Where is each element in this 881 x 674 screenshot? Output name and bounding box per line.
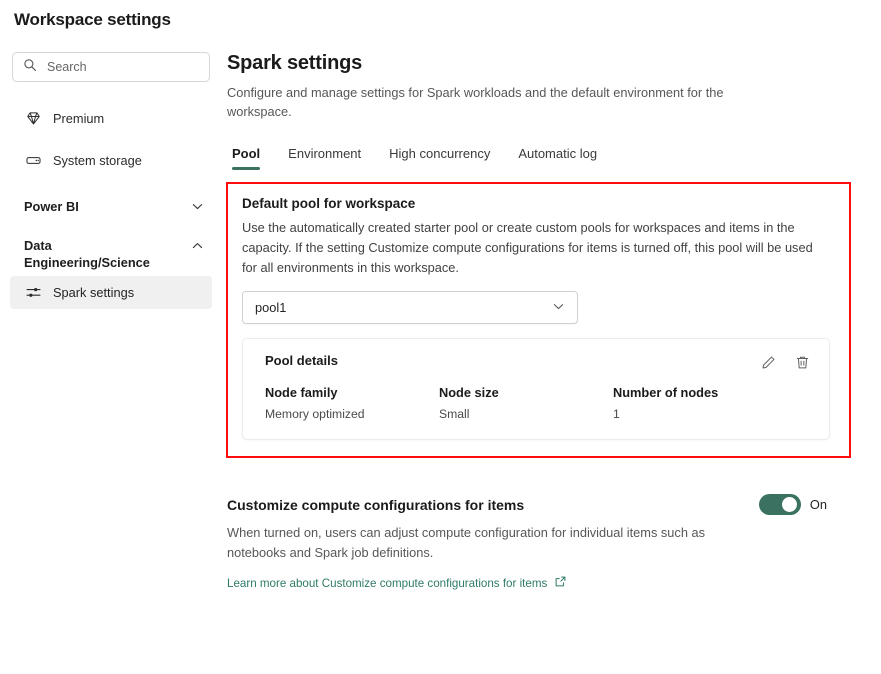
sidebar-item-premium[interactable]: Premium — [10, 102, 212, 134]
column-header: Number of nodes — [613, 385, 787, 400]
default-pool-select-value: pool1 — [255, 300, 286, 315]
sidebar-group-label: Power BI — [24, 198, 79, 215]
pool-details-grid: Node family Memory optimized Node size S… — [265, 385, 811, 421]
pool-detail-node-family: Node family Memory optimized — [265, 385, 439, 421]
customize-compute-toggle[interactable] — [759, 494, 801, 515]
learn-more-link[interactable]: Learn more about Customize compute confi… — [227, 575, 567, 591]
tab-environment[interactable]: Environment — [288, 146, 361, 170]
customize-compute-toggle-group: On — [759, 494, 827, 515]
pool-details-card: Pool details — [242, 338, 830, 440]
trash-icon[interactable] — [793, 353, 811, 371]
customize-compute-header: Customize compute configurations for ite… — [227, 494, 827, 515]
default-pool-select[interactable]: pool1 — [242, 291, 578, 324]
toggle-state-label: On — [810, 497, 827, 512]
chevron-up-icon — [190, 238, 206, 254]
external-link-icon — [554, 575, 567, 591]
page-title: Workspace settings — [14, 10, 171, 30]
chevron-down-icon — [190, 199, 206, 215]
sidebar-item-label: Spark settings — [53, 285, 134, 300]
sidebar-nav: Premium System storage Power BI — [0, 102, 222, 309]
customize-compute-description: When turned on, users can adjust compute… — [227, 523, 747, 563]
workspace-settings-page: Workspace settings Premium — [0, 0, 881, 674]
sidebar-item-label: System storage — [53, 153, 142, 168]
sliders-icon — [24, 284, 42, 302]
sidebar-item-label: Premium — [53, 111, 104, 126]
pool-details-header: Pool details — [265, 353, 811, 371]
column-value: Small — [439, 407, 613, 421]
tab-pool[interactable]: Pool — [232, 146, 260, 170]
sidebar-item-spark-settings[interactable]: Spark settings — [10, 276, 212, 309]
search-box[interactable] — [12, 52, 210, 82]
chevron-down-icon — [551, 299, 566, 317]
customize-compute-title: Customize compute configurations for ite… — [227, 497, 524, 513]
default-pool-highlight-region: Default pool for workspace Use the autom… — [226, 182, 851, 458]
sidebar-item-system-storage[interactable]: System storage — [10, 144, 212, 176]
main-content: Spark settings Configure and manage sett… — [227, 52, 863, 592]
learn-more-label: Learn more about Customize compute confi… — [227, 577, 547, 590]
main-title: Spark settings — [227, 52, 863, 75]
toggle-knob — [782, 497, 797, 512]
sidebar: Premium System storage Power BI — [0, 52, 222, 309]
customize-compute-section: Customize compute configurations for ite… — [227, 494, 827, 592]
pool-details-actions — [759, 353, 811, 371]
tab-high-concurrency[interactable]: High concurrency — [389, 146, 490, 170]
sidebar-group-data-engineering-science[interactable]: Data Engineering/Science — [10, 237, 212, 271]
sidebar-group-label: Data Engineering/Science — [24, 237, 169, 271]
column-value: Memory optimized — [265, 407, 439, 421]
column-header: Node family — [265, 385, 439, 400]
pool-detail-node-size: Node size Small — [439, 385, 613, 421]
default-pool-title: Default pool for workspace — [242, 196, 835, 211]
main-description: Configure and manage settings for Spark … — [227, 83, 775, 121]
tab-automatic-log[interactable]: Automatic log — [518, 146, 597, 170]
tab-bar: Pool Environment High concurrency Automa… — [227, 146, 863, 170]
search-icon — [23, 58, 37, 77]
search-input[interactable] — [45, 59, 199, 75]
pool-details-title: Pool details — [265, 353, 338, 368]
pool-detail-number-of-nodes: Number of nodes 1 — [613, 385, 787, 421]
pencil-icon[interactable] — [759, 353, 777, 371]
column-value: 1 — [613, 407, 787, 421]
default-pool-description: Use the automatically created starter po… — [242, 218, 820, 278]
storage-icon — [24, 151, 42, 169]
sidebar-group-power-bi[interactable]: Power BI — [10, 198, 212, 215]
diamond-icon — [24, 109, 42, 127]
column-header: Node size — [439, 385, 613, 400]
